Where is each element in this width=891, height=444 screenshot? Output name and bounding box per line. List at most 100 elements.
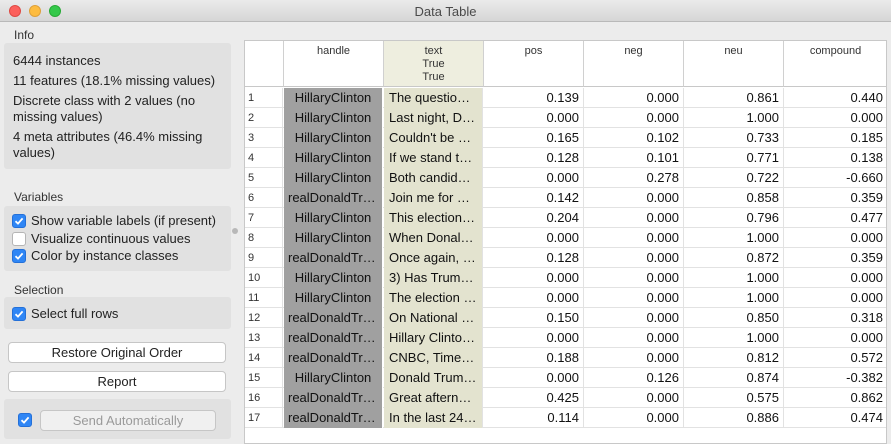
neu-cell: 1.000 (684, 108, 784, 128)
splitter-handle[interactable] (232, 228, 238, 234)
table-row[interactable]: 13realDonaldTrumpHillary Clinton has...0… (245, 328, 886, 348)
compound-cell: 0.359 (784, 188, 886, 208)
table-row[interactable]: 16realDonaldTrumpGreat afternoon in...0.… (245, 388, 886, 408)
neg-cell: 0.000 (584, 348, 684, 368)
row-index-cell[interactable]: 8 (245, 228, 283, 248)
row-index-cell[interactable]: 4 (245, 148, 283, 168)
neu-cell: 0.861 (684, 88, 784, 108)
checkbox-checked-icon[interactable] (12, 213, 26, 228)
column-header-pos[interactable]: pos (484, 41, 584, 87)
text-cell: Great afternoon in... (384, 388, 483, 408)
pos-cell: 0.000 (484, 368, 584, 388)
neu-cell: 1.000 (684, 268, 784, 288)
column-header-handle[interactable]: handle (284, 41, 384, 87)
table-row[interactable]: 17realDonaldTrumpIn the last 24 hours...… (245, 408, 886, 428)
corner-header[interactable] (245, 41, 284, 87)
table-row[interactable]: 1HillaryClintonThe question in this elec… (245, 88, 886, 108)
column-header-neg[interactable]: neg (584, 41, 684, 87)
handle-cell: realDonaldTrump (284, 328, 383, 348)
checkbox-checked-icon[interactable] (12, 248, 26, 263)
neu-cell: 0.796 (684, 208, 784, 228)
table-row[interactable]: 15HillaryClintonDonald Trump's campaign.… (245, 368, 886, 388)
table-row[interactable]: 14realDonaldTrumpCNBC, Time magazine...0… (245, 348, 886, 368)
data-table-window: Data Table Info 6444 instances 11 featur… (0, 0, 891, 444)
pos-cell: 0.165 (484, 128, 584, 148)
info-features: 11 features (18.1% missing values) (13, 73, 216, 88)
compound-cell: -0.382 (784, 368, 886, 388)
show-variable-labels-label: Show variable labels (if present) (31, 213, 216, 228)
table-row[interactable]: 4HillaryClintonIf we stand together...0.… (245, 148, 886, 168)
data-grid[interactable]: handle text True True pos neg neu compou… (244, 40, 887, 444)
table-row[interactable]: 10HillaryClinton3) Has Trump offered...0… (245, 268, 886, 288)
row-index-cell[interactable]: 5 (245, 168, 283, 188)
table-row[interactable]: 3HillaryClintonCouldn't be more proud...… (245, 128, 886, 148)
pos-cell: 0.188 (484, 348, 584, 368)
compound-cell: 0.572 (784, 348, 886, 368)
handle-cell: HillaryClinton (284, 128, 383, 148)
handle-cell: HillaryClinton (284, 208, 383, 228)
row-index-cell[interactable]: 10 (245, 268, 283, 288)
variables-section-label: Variables (14, 190, 64, 204)
visualize-continuous-option[interactable]: Visualize continuous values (12, 230, 190, 247)
text-cell: Last night, Donald Trump... (384, 108, 483, 128)
pos-cell: 0.150 (484, 308, 584, 328)
info-instances: 6444 instances (13, 53, 101, 68)
send-box: Send Automatically (4, 399, 231, 439)
column-header-compound[interactable]: compound (784, 41, 886, 87)
text-cell: Couldn't be more proud... (384, 128, 483, 148)
neg-cell: 0.126 (584, 368, 684, 388)
neu-cell: 0.575 (684, 388, 784, 408)
row-index-cell[interactable]: 11 (245, 288, 283, 308)
row-index-cell[interactable]: 6 (245, 188, 283, 208)
table-row[interactable]: 12realDonaldTrumpOn National Police Week… (245, 308, 886, 328)
compound-cell: 0.185 (784, 128, 886, 148)
color-by-class-option[interactable]: Color by instance classes (12, 247, 178, 264)
neu-cell: 0.858 (684, 188, 784, 208)
pos-cell: 0.425 (484, 388, 584, 408)
row-index-cell[interactable]: 7 (245, 208, 283, 228)
info-box: 6444 instances 11 features (18.1% missin… (4, 43, 231, 169)
text-cell: When Donald Trump... (384, 228, 483, 248)
compound-cell: 0.000 (784, 288, 886, 308)
report-button[interactable]: Report (8, 371, 226, 392)
pos-cell: 0.000 (484, 328, 584, 348)
info-class: Discrete class with 2 values (no missing… (13, 93, 196, 124)
text-cell: 3) Has Trump offered... (384, 268, 483, 288)
row-index-cell[interactable]: 2 (245, 108, 283, 128)
row-index-cell[interactable]: 1 (245, 88, 283, 108)
table-row[interactable]: 8HillaryClintonWhen Donald Trump...0.000… (245, 228, 886, 248)
checkbox-checked-icon[interactable] (12, 306, 26, 321)
row-index-cell[interactable]: 9 (245, 248, 283, 268)
select-full-rows-option[interactable]: Select full rows (12, 305, 118, 322)
table-row[interactable]: 2HillaryClintonLast night, Donald Trump.… (245, 108, 886, 128)
table-row[interactable]: 7HillaryClintonThis election is too impo… (245, 208, 886, 228)
neu-cell: 1.000 (684, 228, 784, 248)
table-row[interactable]: 9realDonaldTrumpOnce again, we will...0.… (245, 248, 886, 268)
column-header-text[interactable]: text True True (384, 41, 484, 87)
table-row[interactable]: 11HillaryClintonThe election is just...0… (245, 288, 886, 308)
send-automatically-button[interactable]: Send Automatically (40, 410, 216, 431)
send-automatically-checkbox[interactable] (18, 413, 32, 427)
row-index-cell[interactable]: 12 (245, 308, 283, 328)
restore-original-order-button[interactable]: Restore Original Order (8, 342, 226, 363)
checkbox-unchecked-icon[interactable] (12, 231, 26, 246)
show-variable-labels-option[interactable]: Show variable labels (if present) (12, 212, 216, 229)
pos-cell: 0.000 (484, 228, 584, 248)
row-index-cell[interactable]: 17 (245, 408, 283, 428)
table-row[interactable]: 5HillaryClintonBoth candidates were aske… (245, 168, 886, 188)
table-row[interactable]: 6realDonaldTrumpJoin me for a rally...0.… (245, 188, 886, 208)
text-cell: Once again, we will... (384, 248, 483, 268)
compound-cell: 0.318 (784, 308, 886, 328)
pos-cell: 0.139 (484, 88, 584, 108)
row-index-cell[interactable]: 14 (245, 348, 283, 368)
neu-cell: 0.812 (684, 348, 784, 368)
selection-box: Select full rows (4, 297, 231, 329)
row-index-cell[interactable]: 15 (245, 368, 283, 388)
row-index-cell[interactable]: 16 (245, 388, 283, 408)
row-index-cell[interactable]: 3 (245, 128, 283, 148)
text-cell: Both candidates were asked... (384, 168, 483, 188)
visualize-continuous-label: Visualize continuous values (31, 231, 191, 246)
column-header-neu[interactable]: neu (684, 41, 784, 87)
row-index-cell[interactable]: 13 (245, 328, 283, 348)
handle-cell: HillaryClinton (284, 368, 383, 388)
